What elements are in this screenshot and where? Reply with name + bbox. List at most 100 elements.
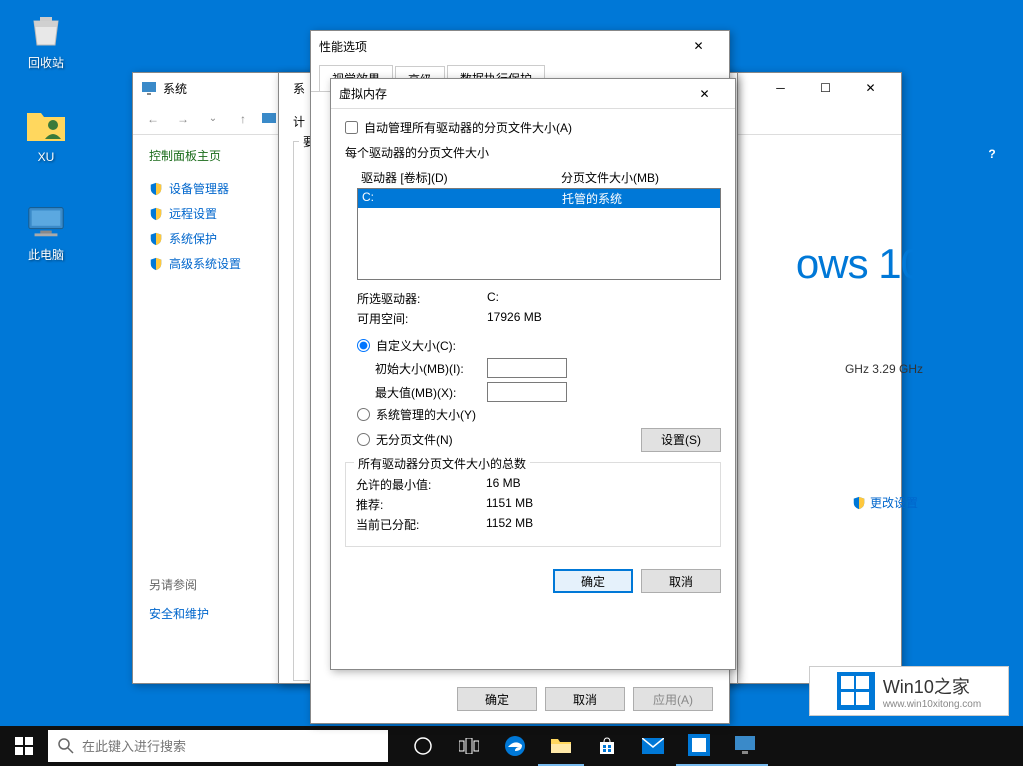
col-drive: 驱动器 [卷标](D) <box>361 169 561 186</box>
totals-legend: 所有驱动器分页文件大小的总数 <box>354 455 530 472</box>
drive-letter: C: <box>362 190 562 207</box>
explorer-icon[interactable] <box>538 726 584 766</box>
help-icon[interactable]: ? <box>983 145 1001 163</box>
sidebar-link-security[interactable]: 安全和维护 <box>149 601 293 626</box>
system-managed-label: 系统管理的大小(Y) <box>376 406 476 423</box>
windows-brand: ows 10 <box>796 240 923 288</box>
up-button[interactable]: ↑ <box>231 107 255 131</box>
dialog-footer: 确定 取消 <box>331 557 735 605</box>
recommended-value: 1151 MB <box>486 496 533 513</box>
titlebar: 虚拟内存 ✕ <box>331 79 735 109</box>
cortana-icon[interactable] <box>400 726 446 766</box>
mail-icon[interactable] <box>630 726 676 766</box>
sidebar: 控制面板主页 设备管理器 远程设置 系统保护 高级系统设置 另请参阅 安全和维护 <box>133 135 293 683</box>
desktop-icon-label: 此电脑 <box>8 246 84 263</box>
no-paging-radio[interactable] <box>357 433 370 446</box>
virtual-memory-dialog: 虚拟内存 ✕ 自动管理所有驱动器的分页文件大小(A) 每个驱动器的分页文件大小 … <box>330 78 736 670</box>
allocated-value: 1152 MB <box>486 516 533 533</box>
pc-icon <box>25 200 67 242</box>
drive-status: 托管的系统 <box>562 190 622 207</box>
edge-icon[interactable] <box>492 726 538 766</box>
desktop-icon-thispc[interactable]: 此电脑 <box>8 200 84 263</box>
col-size: 分页文件大小(MB) <box>561 169 659 186</box>
drive-list-header: 驱动器 [卷标](D) 分页文件大小(MB) <box>357 167 721 188</box>
folder-icon <box>25 104 67 146</box>
settings-app-icon[interactable] <box>676 726 722 766</box>
system-properties-icon[interactable] <box>722 726 768 766</box>
history-button[interactable]: ⌄ <box>201 107 225 131</box>
taskview-icon[interactable] <box>446 726 492 766</box>
auto-manage-checkbox[interactable] <box>345 121 358 134</box>
set-button[interactable]: 设置(S) <box>641 428 721 452</box>
max-size-label: 最大值(MB)(X): <box>375 384 487 401</box>
maximize-button[interactable]: ☐ <box>803 73 848 103</box>
start-button[interactable] <box>0 726 48 766</box>
desktop-icon-recyclebin[interactable]: 回收站 <box>8 8 84 71</box>
windows-icon <box>15 737 33 755</box>
change-settings-link[interactable]: 更改设置 <box>852 494 918 511</box>
close-button[interactable]: ✕ <box>676 31 721 61</box>
sidebar-link-label: 高级系统设置 <box>169 255 241 272</box>
apply-button[interactable]: 应用(A) <box>633 687 713 711</box>
watermark-text: Win10之家 <box>883 673 981 699</box>
desktop-icon-user[interactable]: XU <box>8 104 84 164</box>
ok-button[interactable]: 确定 <box>553 569 633 593</box>
minimize-button[interactable]: ─ <box>758 73 803 103</box>
cancel-button[interactable]: 取消 <box>641 569 721 593</box>
auto-manage-label: 自动管理所有驱动器的分页文件大小(A) <box>364 119 572 136</box>
free-space-value: 17926 MB <box>487 310 542 327</box>
forward-button[interactable]: → <box>171 107 195 131</box>
sidebar-link-remote[interactable]: 远程设置 <box>149 201 293 226</box>
titlebar: 性能选项 ✕ <box>311 31 729 61</box>
per-drive-heading: 每个驱动器的分页文件大小 <box>345 144 721 161</box>
search-box[interactable] <box>48 730 388 762</box>
selected-drive-label: 所选驱动器: <box>357 290 487 307</box>
shield-icon <box>149 257 163 271</box>
cancel-button[interactable]: 取消 <box>545 687 625 711</box>
recyclebin-icon <box>25 8 67 50</box>
shield-icon <box>149 182 163 196</box>
system-managed-radio[interactable] <box>357 408 370 421</box>
free-space-label: 可用空间: <box>357 310 487 327</box>
sidebar-link-label: 远程设置 <box>169 205 217 222</box>
store-icon[interactable] <box>584 726 630 766</box>
sidebar-link-label: 系统保护 <box>169 230 217 247</box>
totals-fieldset: 所有驱动器分页文件大小的总数 允许的最小值: 16 MB 推荐: 1151 MB… <box>345 462 721 547</box>
window-title: 性能选项 <box>319 38 676 55</box>
sidebar-link-label: 安全和维护 <box>149 605 209 622</box>
sidebar-link-label: 设备管理器 <box>169 180 229 197</box>
initial-size-label: 初始大小(MB)(I): <box>375 360 487 377</box>
system-icon <box>141 80 157 96</box>
initial-size-input[interactable] <box>487 358 567 378</box>
dialog-footer: 确定 取消 应用(A) <box>457 687 713 711</box>
windows-logo-icon <box>837 672 875 710</box>
sidebar-link-devicemgr[interactable]: 设备管理器 <box>149 176 293 201</box>
no-paging-label: 无分页文件(N) <box>376 431 453 448</box>
recommended-label: 推荐: <box>356 496 486 513</box>
sidebar-link-advanced[interactable]: 高级系统设置 <box>149 251 293 276</box>
cpu-ghz: GHz 3.29 GHz <box>845 362 923 376</box>
close-button[interactable]: ✕ <box>682 79 727 109</box>
pc-small-icon <box>261 111 277 127</box>
close-button[interactable]: ✕ <box>848 73 893 103</box>
custom-size-radio[interactable] <box>357 339 370 352</box>
sidebar-link-protection[interactable]: 系统保护 <box>149 226 293 251</box>
max-size-input[interactable] <box>487 382 567 402</box>
groupbox-edge <box>293 141 309 681</box>
shield-icon <box>149 207 163 221</box>
sidebar-heading: 控制面板主页 <box>149 147 293 164</box>
sidebar-footer-heading: 另请参阅 <box>149 576 293 593</box>
search-input[interactable] <box>82 739 378 754</box>
watermark-url: www.win10xitong.com <box>883 699 981 710</box>
selected-drive-value: C: <box>487 290 499 307</box>
shield-icon <box>149 232 163 246</box>
behind-tab-label: 系 <box>293 80 305 97</box>
custom-size-label: 自定义大小(C): <box>376 337 456 354</box>
drive-row[interactable]: C: 托管的系统 <box>358 189 720 208</box>
back-button[interactable]: ← <box>141 107 165 131</box>
drive-list[interactable]: C: 托管的系统 <box>357 188 721 280</box>
desktop-icon-label: 回收站 <box>8 54 84 71</box>
shield-icon <box>852 496 866 510</box>
ok-button[interactable]: 确定 <box>457 687 537 711</box>
min-allowed-value: 16 MB <box>486 476 521 493</box>
